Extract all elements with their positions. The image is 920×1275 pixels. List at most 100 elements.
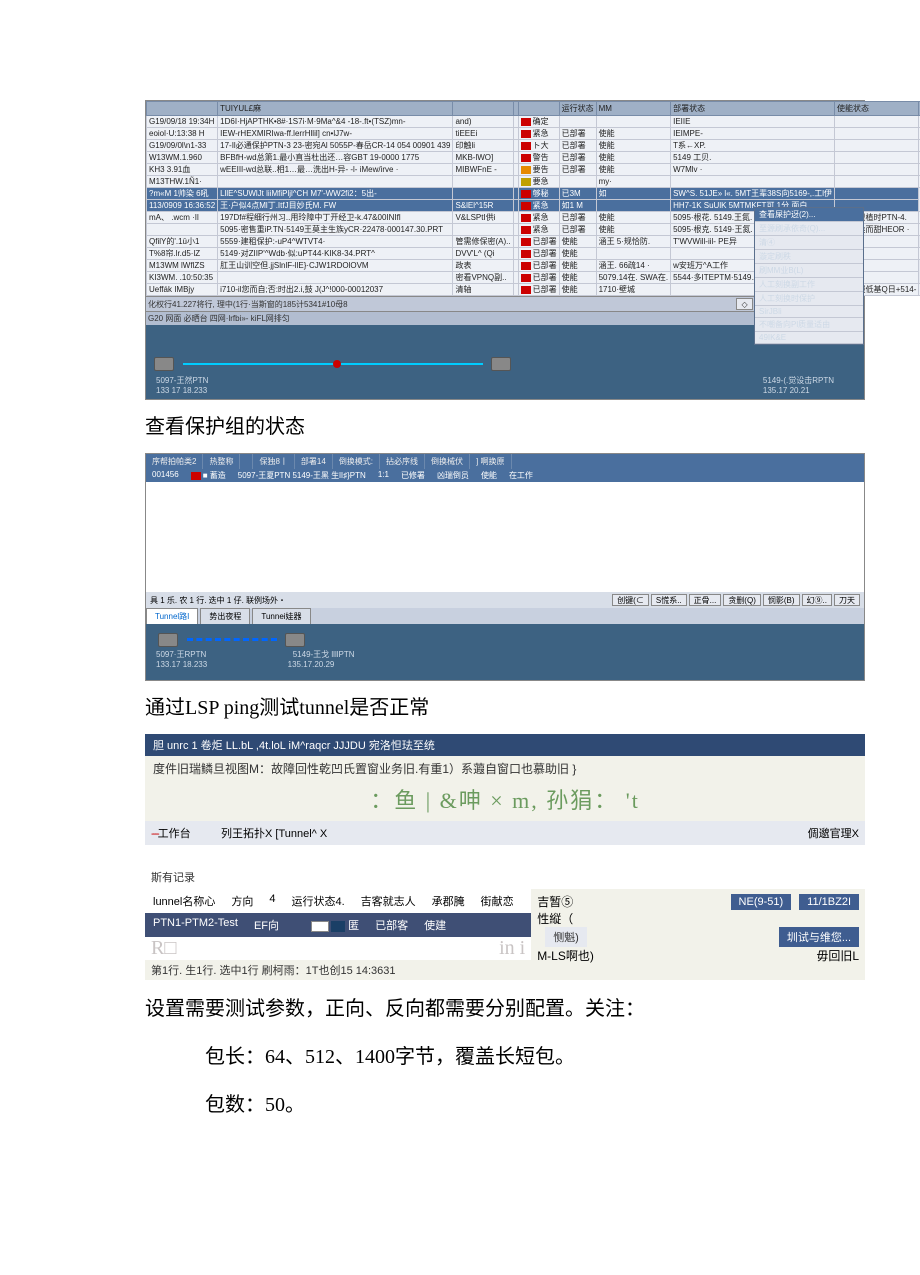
table-row[interactable]: KH3 3.91血wEEIII-wd总联..相1…最…洗出H-异- -l- iM… bbox=[147, 164, 920, 176]
table-row[interactable]: G19/09/18 19:34H1D6I·HjAPTHK•8#·1S7i·M·9… bbox=[147, 116, 920, 128]
badge[interactable]: 11/1BZ2I bbox=[799, 894, 859, 910]
decorative-chars: ：鱼 | &呻 × m, 孙狷： 't bbox=[145, 781, 865, 821]
col-header[interactable] bbox=[518, 102, 559, 116]
device-icon[interactable] bbox=[491, 357, 511, 371]
menu-item[interactable]: 漩定刷秩 bbox=[755, 250, 863, 264]
device-label: 5097-王然PTN bbox=[156, 376, 208, 385]
table-row[interactable]: ?m«M 1帅染 6吼LllE^SUWlJt liiMfiPljl^CH M7'… bbox=[147, 188, 920, 200]
col-header[interactable]: lunnel名称心 bbox=[145, 889, 223, 913]
device-ip: 135.17.20.29 bbox=[288, 660, 335, 669]
device-ip: 135.17 20.21 bbox=[763, 386, 810, 395]
protection-table-header: 序帮拍帕类2热整称保独8丨部署14倒换模式:拈必序线倒换械伏] 啊换原 bbox=[146, 454, 864, 469]
severity-icon bbox=[521, 142, 531, 150]
workspace-label: 工作台 bbox=[158, 828, 191, 840]
toolbar-button[interactable]: 贪删(Q) bbox=[723, 594, 761, 606]
menu-item[interactable]: 吉暂⑤ bbox=[537, 893, 573, 910]
col-header[interactable]: 街献恋 bbox=[473, 889, 522, 913]
tunnel-table-row[interactable]: PTN1-PTM2-TestEF向 匿已部客使建 bbox=[145, 913, 531, 937]
badge[interactable]: NE(9-51) bbox=[731, 894, 792, 910]
table-row[interactable]: M13THW.1Ñ1·要急my· bbox=[147, 176, 920, 188]
severity-icon bbox=[191, 472, 201, 480]
menu-item[interactable]: 人工刻换副工作 bbox=[755, 278, 863, 292]
col-header[interactable]: TUIYUL£麻 bbox=[218, 102, 453, 116]
col-header[interactable]: 保独8丨 bbox=[253, 454, 294, 469]
caption: 查看保护组的状态 bbox=[145, 410, 920, 439]
status-text: 化权行41.227将行, 理中(1行·当斯窗的185计5341#10母8 bbox=[148, 299, 348, 310]
table-row[interactable]: W13WM.1.960BFBfH-wd总箫1.最小直当杜出还…容GBT 19-0… bbox=[147, 152, 920, 164]
tab[interactable]: 势出夜程 bbox=[200, 608, 250, 624]
tab[interactable]: Tunnei娃器 bbox=[252, 608, 310, 624]
col-header[interactable]: MM bbox=[596, 102, 671, 116]
menu-item[interactable]: 恻魁) bbox=[545, 927, 587, 947]
device-label: 5149-(.觉设击RPTN bbox=[763, 376, 834, 385]
device-ip: 133 17 18.233 bbox=[156, 386, 207, 395]
col-header[interactable]: 倒换械伏 bbox=[425, 454, 470, 469]
table-row[interactable]: eoiol·U:13:38 HIEW-rHEXMIRIwa-ff.lerrHll… bbox=[147, 128, 920, 140]
device-icon[interactable] bbox=[285, 633, 305, 647]
alarm-dot-icon bbox=[333, 360, 341, 368]
col-header[interactable]: 热整称 bbox=[203, 454, 240, 469]
device-icon[interactable] bbox=[154, 357, 174, 371]
col-header[interactable]: 运行状态 bbox=[559, 102, 596, 116]
col-header[interactable]: 序帮拍帕类2 bbox=[146, 454, 203, 469]
open-tabs[interactable]: 列王拓扑X [Tunnel^ X bbox=[215, 821, 802, 845]
col-header[interactable]: 吉客就志人 bbox=[353, 889, 424, 913]
device-label: 5149-王戈 llllPTN bbox=[293, 650, 355, 659]
toolbar-button[interactable]: 创键(⊂ bbox=[612, 594, 649, 606]
toolbar-button[interactable]: 刀天 bbox=[834, 594, 860, 606]
menu-item[interactable]: M-LS啊也) bbox=[537, 947, 594, 964]
checkbox-icon[interactable] bbox=[311, 921, 329, 932]
window-titlebar: 胆 unrc 1 卷炬 LL.bL ,4t.loL iM^raqcr JJJDU… bbox=[145, 734, 865, 756]
col-header[interactable]: 使能状态 bbox=[835, 102, 919, 116]
severity-icon bbox=[521, 238, 531, 246]
severity-icon bbox=[521, 154, 531, 162]
col-header[interactable]: 方向 bbox=[223, 889, 261, 913]
menu-item[interactable]: 人工刻换时保护 bbox=[755, 292, 863, 306]
col-header[interactable]: 部署14 bbox=[295, 454, 333, 469]
menu-item[interactable]: 刷MM业B(L) bbox=[755, 264, 863, 278]
menu-item[interactable]: 不嘲备向Pl质量适由 bbox=[755, 318, 863, 332]
tab[interactable]: Tunnel路I bbox=[146, 608, 198, 624]
protection-statusbar: 具 1 乐. 农 1 行. 迭中 1 仔. 联例场外・ 创键(⊂S慌系..正骨.… bbox=[146, 592, 864, 608]
device-icon[interactable] bbox=[158, 633, 178, 647]
col-header[interactable]: ] 啊换原 bbox=[470, 454, 511, 469]
menu-item[interactable]: 毋回旧L bbox=[816, 947, 859, 964]
col-header[interactable] bbox=[240, 454, 253, 469]
col-header[interactable]: 拈必序线 bbox=[380, 454, 425, 469]
topology-link[interactable] bbox=[187, 638, 277, 641]
table-row[interactable]: G19/09/0l\n1-3317-Il必通保护PTN-3 23-密宛Al 50… bbox=[147, 140, 920, 152]
menu-item[interactable]: 性縦（ bbox=[537, 910, 573, 927]
col-header[interactable] bbox=[453, 102, 513, 116]
toolbar-btn[interactable]: ◇ bbox=[736, 298, 752, 310]
protection-table-row[interactable]: 001456■ 蓄造5097-王夏PTN 5149-王黑 生lI♯}PTN1:1… bbox=[146, 469, 864, 482]
menu-item[interactable]: SirJBli bbox=[755, 306, 863, 318]
toolbar-button[interactable]: S慌系.. bbox=[651, 594, 687, 606]
open-tab-extra[interactable]: 倜邈官理X bbox=[802, 821, 865, 845]
col-header[interactable]: 4 bbox=[261, 889, 283, 913]
col-header[interactable]: 部署状态 bbox=[671, 102, 835, 116]
severity-icon bbox=[521, 178, 531, 186]
protection-table-blank bbox=[146, 482, 864, 592]
lsp-ping-panel: 胆 unrc 1 卷炬 LL.bL ,4t.loL iM^raqcr JJJDU… bbox=[145, 734, 865, 980]
severity-icon bbox=[521, 130, 531, 138]
toolbar-button[interactable]: 悯影(B) bbox=[763, 594, 800, 606]
menu-item[interactable]: 清④ bbox=[755, 236, 863, 250]
col-header[interactable]: 运行状态4. bbox=[283, 889, 352, 913]
tunnel-table-header: lunnel名称心方向4运行状态4.吉客就志人承郡腌街献恋 bbox=[145, 889, 531, 913]
severity-icon bbox=[521, 274, 531, 282]
badge[interactable]: 圳试与维您... bbox=[779, 927, 859, 947]
ghost-text: in i bbox=[493, 937, 531, 960]
ghost-text: R□ bbox=[145, 937, 182, 960]
toolbar-button[interactable]: 幻⑨.. bbox=[802, 594, 832, 606]
topology-link[interactable] bbox=[183, 363, 483, 365]
menu-item[interactable]: 查看屎护迓(2)... bbox=[755, 208, 863, 222]
severity-icon bbox=[521, 286, 531, 294]
col-header[interactable]: 承郡腌 bbox=[424, 889, 473, 913]
col-header[interactable]: 倒换模式: bbox=[333, 454, 380, 469]
protection-tabs: Tunnel路I 势出夜程 Tunnei娃器 bbox=[146, 608, 864, 624]
menu-item[interactable]: 至源刷承依奇(Q)... bbox=[755, 222, 863, 236]
menu-item[interactable]: 49IK&E bbox=[755, 332, 863, 344]
device-ip: 133.17 18.233 bbox=[156, 660, 207, 669]
col-header[interactable] bbox=[147, 102, 218, 116]
toolbar-button[interactable]: 正骨... bbox=[689, 594, 722, 606]
